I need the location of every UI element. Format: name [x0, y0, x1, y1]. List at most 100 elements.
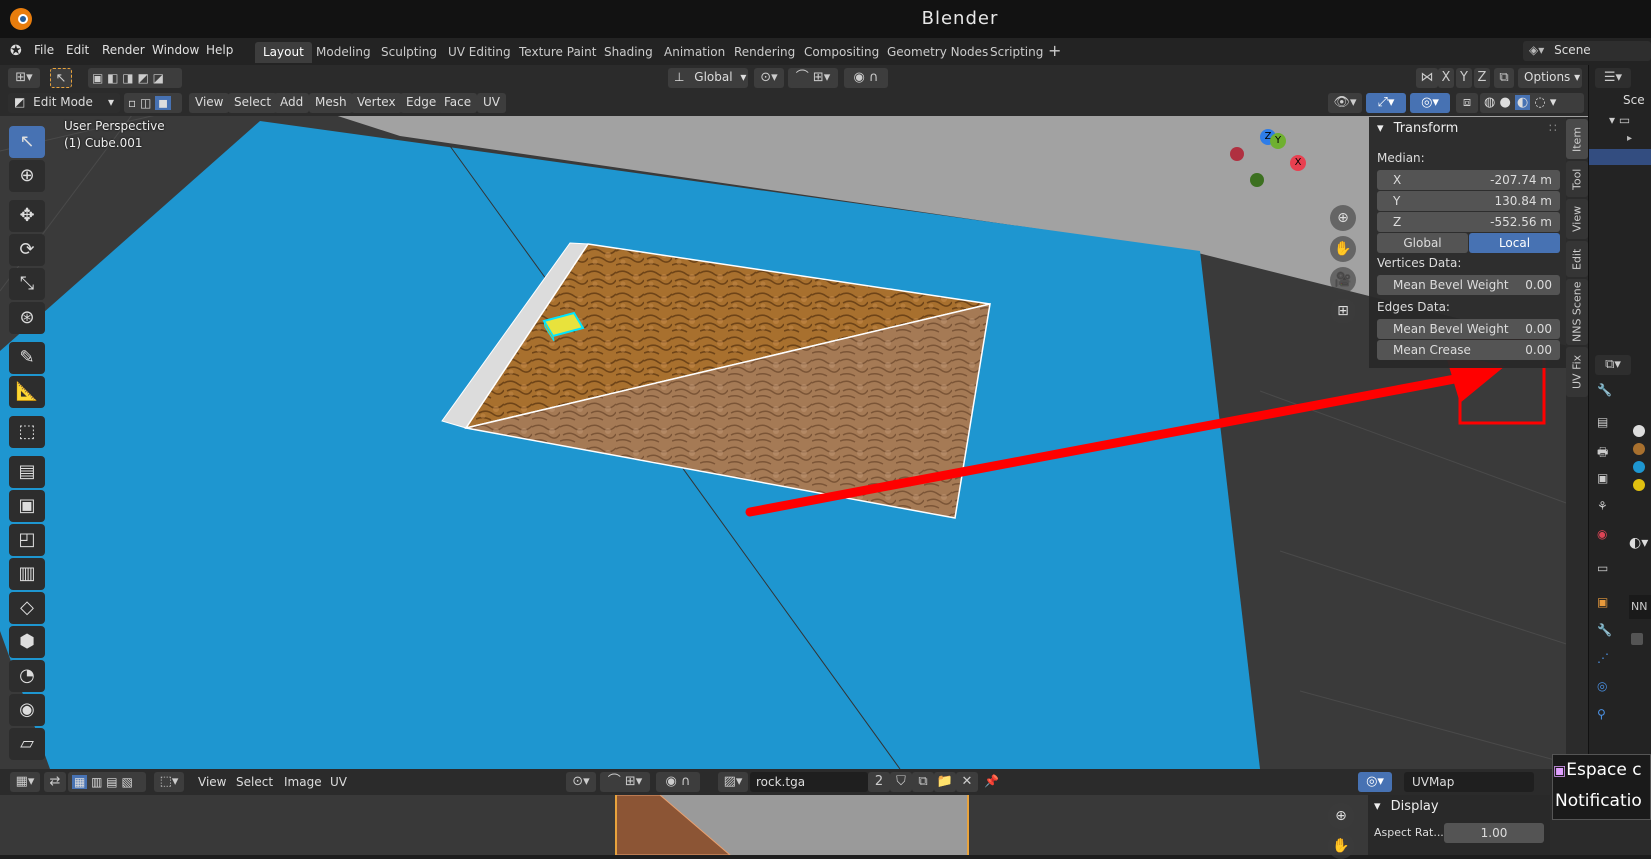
global-toggle[interactable]: Global — [1377, 233, 1468, 253]
prop-modifier-icon[interactable]: 🔧 — [1597, 623, 1612, 637]
nns-field[interactable]: NN — [1629, 595, 1651, 619]
uv-zoom-icon[interactable]: ⊕ — [1328, 803, 1354, 829]
tab-compositing[interactable]: Compositing — [796, 42, 887, 63]
loop-cut-tool-icon[interactable]: ▥ — [9, 558, 45, 590]
uv-menu-view[interactable]: View — [198, 775, 226, 789]
local-toggle[interactable]: Local — [1469, 233, 1560, 253]
tab-uv-editing[interactable]: UV Editing — [440, 42, 519, 63]
new-image-icon[interactable]: ⧉ — [912, 772, 934, 792]
move-tool-icon[interactable]: ✥ — [9, 200, 45, 232]
menu-window[interactable]: Window — [152, 43, 199, 57]
tab-modeling[interactable]: Modeling — [308, 42, 379, 63]
material-slot-yellow[interactable] — [1633, 479, 1645, 491]
extrude-tool-icon[interactable]: ▤ — [9, 456, 45, 488]
tab-rendering[interactable]: Rendering — [726, 42, 803, 63]
outliner-editor-icon[interactable]: ☰▾ — [1595, 68, 1631, 88]
select-tool-icon[interactable]: ↖ — [50, 68, 72, 88]
select-mode-buttons[interactable]: ▫ ◫ ◼ — [124, 93, 182, 113]
select-box-tool-icon[interactable]: ↖ — [9, 126, 45, 158]
prop-output-icon[interactable]: 🖶 — [1597, 443, 1608, 464]
tab-layout[interactable]: Layout — [255, 42, 312, 63]
navigation-gizmo[interactable]: Z Y X — [1230, 129, 1310, 199]
poly-build-tool-icon[interactable]: ⬢ — [9, 626, 45, 658]
transform-section-header[interactable]: ▾ Transform — [1377, 121, 1458, 136]
grid-view-icon[interactable]: ⊞ — [1330, 298, 1356, 324]
menu-edit[interactable]: Edit — [66, 43, 89, 57]
collection-icon[interactable]: ▾ ▭ — [1609, 113, 1630, 127]
menu-mesh[interactable]: Mesh — [309, 93, 353, 113]
add-workspace-icon[interactable]: + — [1048, 41, 1061, 60]
axis-z-toggle[interactable]: Z — [1474, 68, 1490, 88]
3d-viewport[interactable]: User Perspective (1) Cube.001 Z Y X ⊕ ✋ … — [0, 91, 1588, 769]
menu-add[interactable]: Add — [274, 93, 310, 113]
vertex-bevel-weight-field[interactable]: Mean Bevel Weight 0.00 — [1377, 275, 1560, 295]
menu-file[interactable]: File — [34, 43, 54, 57]
display-section-header[interactable]: ▾ Display — [1374, 799, 1439, 814]
image-name-field[interactable]: rock.tga — [750, 772, 868, 792]
median-x-field[interactable]: X -207.74 m — [1377, 170, 1560, 190]
tab-shading[interactable]: Shading — [596, 42, 661, 63]
orientation-dropdown[interactable]: ⊥ Global ▾ — [668, 68, 748, 88]
open-image-icon[interactable]: 📁 — [934, 772, 956, 792]
zoom-icon[interactable]: ⊕ — [1330, 205, 1356, 231]
transform-tool-icon[interactable]: ⊛ — [9, 302, 45, 334]
viewport-scene[interactable] — [0, 91, 1588, 769]
sidebar-tab-nns-scene[interactable]: NNS Scene — [1566, 279, 1588, 345]
uv-sticky-select-icon[interactable]: ⬚▾ — [154, 772, 184, 792]
menu-view[interactable]: View — [189, 93, 230, 113]
prop-collection-icon[interactable]: ▭ — [1597, 561, 1608, 575]
menu-vertex[interactable]: Vertex — [351, 93, 402, 113]
material-sphere-icon[interactable]: ◐▾ — [1629, 535, 1648, 551]
rotate-tool-icon[interactable]: ⟳ — [9, 234, 45, 266]
scene-selector[interactable]: ◈▾ Scene — [1523, 41, 1651, 61]
camera-icon[interactable]: 🎥 — [1330, 267, 1356, 293]
edge-crease-field[interactable]: Mean Crease 0.00 — [1377, 340, 1560, 360]
checkbox[interactable] — [1631, 633, 1643, 645]
uvmap-field[interactable]: UVMap — [1404, 772, 1534, 792]
shading-modes[interactable]: ◍ ● ◐ ◌ ▾ — [1480, 93, 1584, 113]
sidebar-tab-uv-fix[interactable]: UV Fix — [1566, 347, 1588, 397]
pivot-icon[interactable]: ⊙▾ — [754, 68, 784, 88]
uv-menu-select[interactable]: Select — [236, 775, 273, 789]
outliner-row-expand[interactable]: ▸ — [1627, 133, 1632, 144]
material-slot-rock[interactable] — [1633, 443, 1645, 455]
blender-menu-icon[interactable]: ✪ — [10, 43, 22, 59]
gizmo-y-axis[interactable]: Y — [1270, 133, 1286, 149]
sidebar-tab-edit[interactable]: Edit — [1566, 241, 1588, 277]
uv-editor-type-icon[interactable]: ▦▾ — [10, 772, 40, 792]
image-browse-icon[interactable]: ▨▾ — [718, 772, 748, 792]
menu-select[interactable]: Select — [228, 93, 278, 113]
fake-user-icon[interactable]: ⛉ — [890, 772, 912, 792]
prop-view-layer-icon[interactable]: ▣ — [1597, 471, 1608, 485]
notification-popup[interactable]: ▣Espace c Notificatio — [1552, 754, 1651, 820]
tab-texture-paint[interactable]: Texture Paint — [511, 42, 604, 63]
median-z-field[interactable]: Z -552.56 m — [1377, 212, 1560, 232]
sidebar-tab-view[interactable]: View — [1566, 199, 1588, 239]
measure-tool-icon[interactable]: 📐 — [9, 376, 45, 408]
uv-menu-uv[interactable]: UV — [330, 775, 347, 789]
properties-editor-icon[interactable]: ⧉▾ — [1595, 355, 1631, 375]
tab-scripting[interactable]: Scripting — [982, 42, 1051, 63]
prop-constraints-icon[interactable]: ⚲ — [1597, 707, 1606, 721]
editor-type-icon[interactable]: ⊞▾ — [8, 68, 40, 88]
overlay-toggle-icon[interactable]: ◎▾ — [1410, 93, 1450, 113]
menu-help[interactable]: Help — [206, 43, 233, 57]
uv-select-modes[interactable]: ▦ ▥ ▤ ▧ — [68, 772, 146, 792]
uv-proportional-icon[interactable]: ◉ ∩ — [656, 772, 700, 792]
gizmo-neg-x[interactable] — [1230, 147, 1244, 161]
tab-geometry-nodes[interactable]: Geometry Nodes — [879, 42, 996, 63]
auto-merge-icon[interactable]: ⧉ — [1494, 68, 1514, 88]
median-y-field[interactable]: Y 130.84 m — [1377, 191, 1560, 211]
menu-face[interactable]: Face — [438, 93, 478, 113]
uv-menu-image[interactable]: Image — [284, 775, 322, 789]
axis-y-toggle[interactable]: Y — [1456, 68, 1472, 88]
mode-dropdown[interactable]: ◩ Edit Mode ▾ — [8, 93, 120, 113]
inset-tool-icon[interactable]: ▣ — [9, 490, 45, 522]
uv-pivot-icon[interactable]: ⊙▾ — [566, 772, 596, 792]
options-dropdown[interactable]: Options ▾ — [1518, 68, 1582, 88]
prop-render-icon[interactable]: ▤ — [1597, 415, 1608, 429]
bevel-tool-icon[interactable]: ◰ — [9, 524, 45, 556]
uv-pan-hand-icon[interactable]: ✋ — [1328, 833, 1354, 859]
smooth-tool-icon[interactable]: ◉ — [9, 694, 45, 726]
edge-bevel-weight-field[interactable]: Mean Bevel Weight 0.00 — [1377, 319, 1560, 339]
